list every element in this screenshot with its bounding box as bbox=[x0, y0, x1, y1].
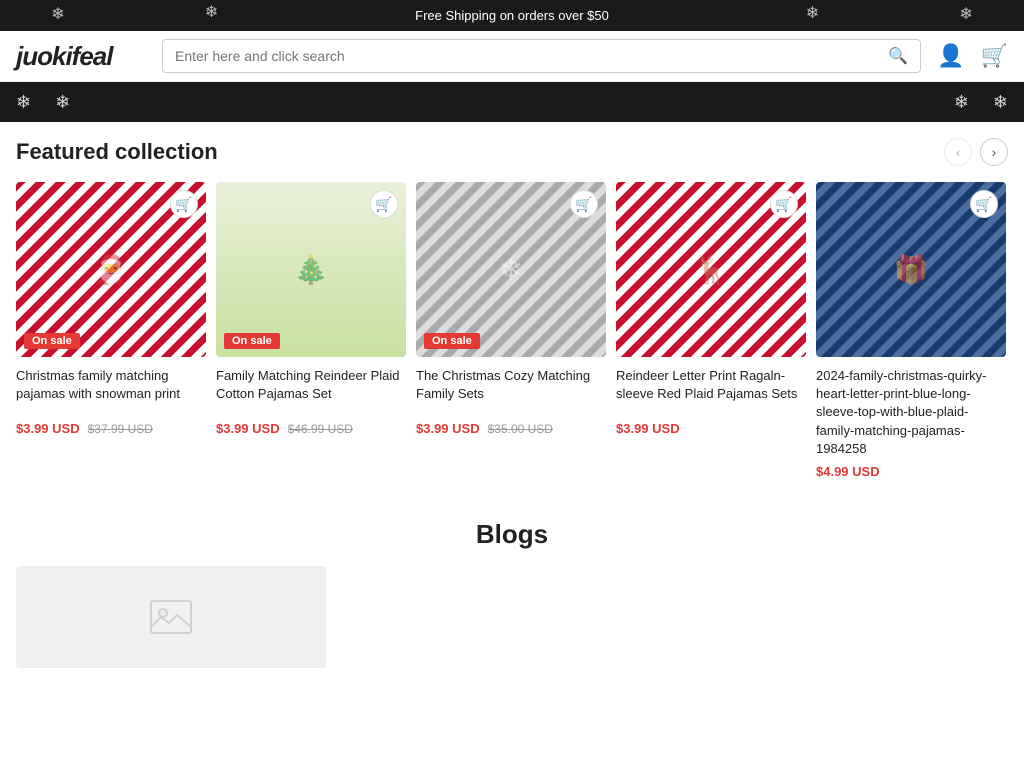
product-title-1: Christmas family matching pajamas with s… bbox=[16, 367, 206, 415]
price-old-2: $46.99 USD bbox=[288, 422, 353, 436]
price-row-4: $3.99 USD bbox=[616, 421, 806, 436]
header: juokifeal 🔍 👤 🛒 bbox=[0, 31, 1024, 82]
product-image-5: 🎁🛒 bbox=[816, 182, 1006, 357]
section-title: Featured collection bbox=[16, 139, 218, 165]
product-card[interactable]: 🦌🛒 Reindeer Letter Print Ragaln-sleeve Re… bbox=[616, 182, 806, 479]
nav-snowflake-4: ❄ bbox=[993, 92, 1008, 113]
add-to-cart-btn-1[interactable]: 🛒 bbox=[170, 190, 198, 218]
search-bar[interactable]: 🔍 bbox=[162, 39, 921, 73]
cart-icon[interactable]: 🛒 bbox=[981, 43, 1008, 69]
nav-snowflake-2: ❄ bbox=[55, 92, 70, 113]
price-current-4: $3.99 USD bbox=[616, 421, 680, 436]
price-current-1: $3.99 USD bbox=[16, 421, 80, 436]
on-sale-badge-1: On sale bbox=[24, 333, 80, 349]
price-current-3: $3.99 USD bbox=[416, 421, 480, 436]
snowflake-deco-3: ❄ bbox=[806, 3, 819, 23]
product-card[interactable]: 🎅🛒On saleChristmas family matching pajam… bbox=[16, 182, 206, 479]
account-icon[interactable]: 👤 bbox=[937, 43, 964, 69]
price-current-5: $4.99 USD bbox=[816, 464, 880, 479]
price-row-5: $4.99 USD bbox=[816, 464, 1006, 479]
blog-placeholder-icon bbox=[147, 593, 195, 641]
header-icons: 👤 🛒 bbox=[937, 43, 1008, 69]
product-title-2: Family Matching Reindeer Plaid Cotton Pa… bbox=[216, 367, 406, 415]
product-image-2: 🎄🛒On sale bbox=[216, 182, 406, 357]
add-to-cart-btn-5[interactable]: 🛒 bbox=[970, 190, 998, 218]
product-image-1: 🎅🛒On sale bbox=[16, 182, 206, 357]
carousel-nav: ‹ › bbox=[944, 138, 1008, 166]
product-title-3: The Christmas Cozy Matching Family Sets bbox=[416, 367, 606, 415]
product-image-3: ❄🛒On sale bbox=[416, 182, 606, 357]
top-banner: ❄ ❄ ❄ ❄ Free Shipping on orders over $50 bbox=[0, 0, 1024, 31]
product-title-4: Reindeer Letter Print Ragaln-sleeve Red … bbox=[616, 367, 806, 415]
main-content: Featured collection ‹ › 🎅🛒On saleChristm… bbox=[0, 122, 1024, 495]
nav-bar: ❄ ❄ ❄ ❄ bbox=[0, 82, 1024, 122]
search-input[interactable] bbox=[175, 48, 880, 64]
price-row-1: $3.99 USD $37.99 USD bbox=[16, 421, 206, 436]
blogs-title: Blogs bbox=[16, 519, 1008, 550]
snowflake-deco-2: ❄ bbox=[205, 2, 218, 22]
add-to-cart-btn-4[interactable]: 🛒 bbox=[770, 190, 798, 218]
section-header: Featured collection ‹ › bbox=[16, 138, 1008, 166]
blog-image-placeholder bbox=[17, 567, 325, 667]
product-card[interactable]: 🎄🛒On saleFamily Matching Reindeer Plaid … bbox=[216, 182, 406, 479]
snowflake-deco-4: ❄ bbox=[959, 4, 972, 24]
prev-arrow[interactable]: ‹ bbox=[944, 138, 972, 166]
search-icon[interactable]: 🔍 bbox=[888, 46, 908, 66]
price-current-2: $3.99 USD bbox=[216, 421, 280, 436]
nav-snowflake-1: ❄ bbox=[16, 92, 31, 113]
price-old-1: $37.99 USD bbox=[88, 422, 153, 436]
product-card[interactable]: 🎁🛒 2024-family-christmas-quirky-heart-let… bbox=[816, 182, 1006, 479]
on-sale-badge-2: On sale bbox=[224, 333, 280, 349]
product-card[interactable]: ❄🛒On saleThe Christmas Cozy Matching Fam… bbox=[416, 182, 606, 479]
products-row: 🎅🛒On saleChristmas family matching pajam… bbox=[16, 182, 1008, 479]
blog-card[interactable] bbox=[16, 566, 326, 668]
product-title-5: 2024-family-christmas-quirky-heart-lette… bbox=[816, 367, 1006, 458]
product-image-4: 🦌🛒 bbox=[616, 182, 806, 357]
snowflake-deco-1: ❄ bbox=[51, 4, 64, 24]
price-row-3: $3.99 USD $35.00 USD bbox=[416, 421, 606, 436]
on-sale-badge-3: On sale bbox=[424, 333, 480, 349]
add-to-cart-btn-3[interactable]: 🛒 bbox=[570, 190, 598, 218]
banner-text: Free Shipping on orders over $50 bbox=[415, 8, 609, 23]
logo[interactable]: juokifeal bbox=[16, 41, 146, 72]
add-to-cart-btn-2[interactable]: 🛒 bbox=[370, 190, 398, 218]
price-row-2: $3.99 USD $46.99 USD bbox=[216, 421, 406, 436]
blogs-section: Blogs bbox=[0, 495, 1024, 684]
next-arrow[interactable]: › bbox=[980, 138, 1008, 166]
price-old-3: $35.00 USD bbox=[488, 422, 553, 436]
nav-snowflake-3: ❄ bbox=[954, 92, 969, 113]
